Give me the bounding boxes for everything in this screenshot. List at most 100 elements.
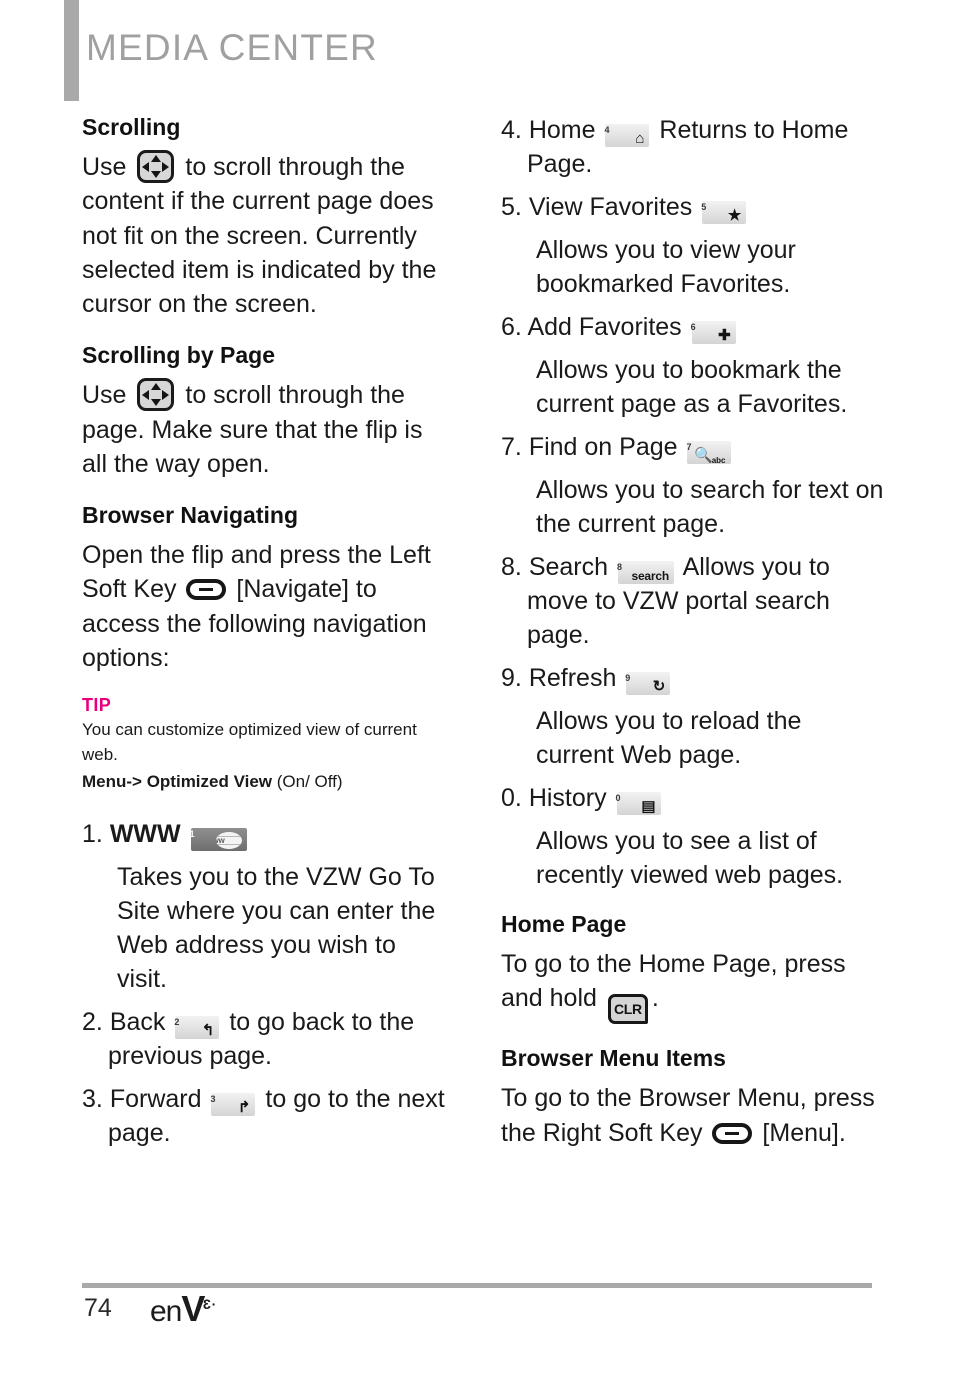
item-desc-www: Takes you to the VZW Go To Site where yo…	[117, 863, 436, 994]
item-number: 6.	[501, 313, 522, 341]
section-body-scrolling-by-page: Use to scroll through the page. Make sur…	[82, 378, 450, 481]
scrolling-page-text-after: to scroll through the page. Make sure th…	[82, 381, 423, 478]
key-icon-www: 1www	[190, 828, 247, 852]
item-head-search: 8. Search 8 search Allows you to move to …	[501, 550, 886, 652]
item-name-www: WWW	[109, 820, 181, 849]
brand-superscript: ·3	[203, 1295, 216, 1312]
tip-block: TIP You can customize optimized view of …	[82, 695, 450, 795]
section-heading-scrolling: Scrolling	[82, 114, 181, 140]
item-desc-view-favorites: Allows you to view your bookmarked Favor…	[536, 236, 796, 298]
soft-key-icon	[186, 579, 227, 601]
page-title: MEDIA CENTER	[86, 27, 378, 68]
brand-logo-env3: enV·3	[150, 1288, 216, 1330]
section-heading-scrolling-by-page: Scrolling by Page	[82, 342, 275, 369]
list-item-forward: 3. Forward 3 ↱ to go to the next page.	[82, 1082, 450, 1150]
item-desc-find-on-page: Allows you to search for text on the cur…	[536, 476, 884, 538]
item-number: 2.	[82, 1008, 103, 1037]
item-head-back: 2. Back 2 ↰ to go back to the previous pa…	[82, 1005, 450, 1073]
item-name-refresh: Refresh	[528, 664, 617, 692]
abc-subscript: abc	[711, 456, 726, 465]
key-icon-search: 8 search	[617, 561, 674, 584]
section-heading-browser-navigating: Browser Navigating	[82, 502, 298, 529]
section-body-home-page: To go to the Home Page, press and hold C…	[501, 947, 886, 1025]
list-item-history: 0. History 0 ▤ Allows you to see a list o…	[501, 781, 886, 892]
nav-options-list-left: 1. WWW 1www Takes you to the VZW Go To S…	[82, 817, 450, 1150]
item-name-search: Search	[528, 553, 609, 581]
key-icon-add-favorites: 6 ✚	[691, 321, 736, 344]
key-icon-history: 0 ▤	[616, 792, 661, 815]
scrolling-page-text-before: Use	[82, 381, 127, 410]
item-desc-add-favorites: Allows you to bookmark the current page …	[536, 356, 848, 418]
item-head-add-favorites: 6. Add Favorites 6 ✚	[501, 310, 886, 344]
www-globe-icon: www	[215, 831, 242, 849]
list-item-search: 8. Search 8 search Allows you to move to …	[501, 550, 886, 652]
search-label-icon: search	[631, 569, 669, 583]
scrolling-text-before: Use	[82, 153, 127, 182]
item-name-view-favorites: View Favorites	[528, 193, 693, 221]
brand-en: en	[150, 1295, 182, 1328]
header-accent-bar	[64, 0, 79, 101]
item-name-back: Back	[109, 1008, 166, 1037]
home-page-text-before: To go to the Home Page, press and hold	[501, 950, 846, 1013]
clr-key-label: CLR	[613, 1001, 642, 1018]
section-body-browser-navigating: Open the flip and press the Left Soft Ke…	[82, 538, 450, 675]
item-number: 1.	[82, 820, 103, 849]
section-heading-home-page: Home Page	[501, 911, 627, 937]
section-body-scrolling: Use to scroll through the content if the…	[82, 150, 450, 321]
tip-label: TIP	[82, 695, 112, 716]
menu-bracket-label: [Menu]	[762, 1118, 839, 1147]
scrolling-text-after: to scroll through the content if the cur…	[82, 153, 437, 319]
item-name-forward: Forward	[109, 1085, 202, 1114]
dpad-icon	[137, 378, 175, 412]
key-icon-view-favorites: 5 ★	[701, 201, 747, 224]
item-name-add-favorites: Add Favorites	[527, 313, 682, 341]
item-name-find-on-page: Find on Page	[528, 433, 678, 461]
soft-key-icon	[712, 1122, 753, 1144]
nav-options-list-right: 4. Home 4 ⌂ Returns to Home Page. 5. View…	[501, 113, 886, 892]
magnifier-icon: 🔍abc	[694, 447, 726, 465]
item-number: 5.	[501, 193, 522, 221]
item-number: 3.	[82, 1085, 103, 1114]
key-icon-back: 2 ↰	[174, 1016, 220, 1040]
home-page-text-after: .	[651, 984, 659, 1013]
key-icon-find-on-page: 7 🔍abc	[686, 441, 732, 465]
section-body-browser-menu-items: To go to the Browser Menu, press the Rig…	[501, 1081, 886, 1150]
item-head-view-favorites: 5. View Favorites 5 ★	[501, 190, 886, 224]
tip-menu-rest: (On/ Off)	[272, 772, 343, 792]
list-item-back: 2. Back 2 ↰ to go back to the previous pa…	[82, 1005, 450, 1073]
navigate-bracket-label: [Navigate]	[236, 575, 349, 604]
item-number: 9.	[501, 664, 522, 692]
item-head-refresh: 9. Refresh 9 ↻	[501, 661, 886, 695]
brand-v: V	[181, 1288, 205, 1329]
clr-key-icon: CLR	[607, 994, 648, 1025]
dpad-icon	[137, 150, 175, 184]
item-number: 8.	[501, 553, 522, 581]
key-icon-home: 4 ⌂	[604, 124, 650, 147]
item-head-www: 1. WWW 1www	[82, 817, 450, 852]
tip-text: You can customize optimized view of curr…	[82, 720, 417, 764]
item-number: 4.	[501, 116, 522, 144]
page-number: 74	[84, 1294, 112, 1322]
item-head-history: 0. History 0 ▤	[501, 781, 886, 815]
item-head-home: 4. Home 4 ⌂ Returns to Home Page.	[501, 113, 886, 181]
list-item-www: 1. WWW 1www Takes you to the VZW Go To S…	[82, 817, 450, 996]
left-column: Scrolling Use to scroll through the cont…	[82, 113, 450, 1159]
list-item-find-on-page: 7. Find on Page 7 🔍abc Allows you to sear…	[501, 430, 886, 541]
item-head-find-on-page: 7. Find on Page 7 🔍abc	[501, 430, 886, 465]
item-name-history: History	[528, 784, 607, 812]
right-column: 4. Home 4 ⌂ Returns to Home Page. 5. View…	[501, 113, 886, 1170]
list-item-refresh: 9. Refresh 9 ↻ Allows you to reload the c…	[501, 661, 886, 772]
item-desc-refresh: Allows you to reload the current Web pag…	[536, 707, 802, 769]
list-item-view-favorites: 5. View Favorites 5 ★ Allows you to view …	[501, 190, 886, 301]
list-item-add-favorites: 6. Add Favorites 6 ✚ Allows you to bookma…	[501, 310, 886, 421]
key-icon-refresh: 9 ↻	[625, 672, 671, 695]
key-icon-forward: 3 ↱	[210, 1093, 256, 1117]
item-desc-history: Allows you to see a list of recently vie…	[536, 827, 844, 889]
section-heading-browser-menu-items: Browser Menu Items	[501, 1045, 726, 1072]
item-head-forward: 3. Forward 3 ↱ to go to the next page.	[82, 1082, 450, 1150]
item-number: 0.	[501, 784, 522, 812]
item-name-home: Home	[528, 116, 596, 144]
tip-menu-path: Menu-> Optimized View (On/ Off)	[82, 770, 450, 795]
browser-menu-text-after: .	[838, 1118, 846, 1147]
list-item-home: 4. Home 4 ⌂ Returns to Home Page.	[501, 113, 886, 181]
